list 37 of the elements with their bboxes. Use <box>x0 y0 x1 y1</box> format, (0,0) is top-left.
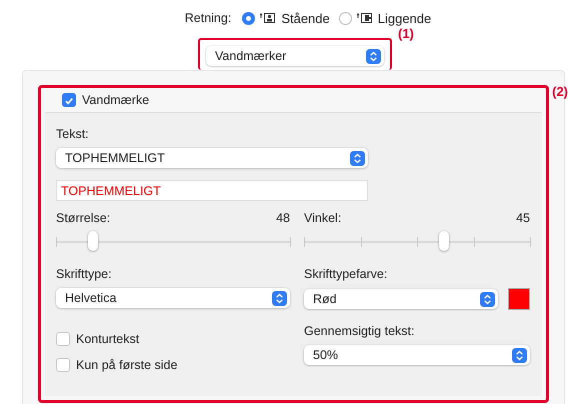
orientation-label: Retning: <box>184 11 232 25</box>
checkbox[interactable] <box>56 332 70 346</box>
field-label: Skrifttype: <box>56 267 113 281</box>
slider-thumb[interactable] <box>88 231 98 251</box>
stepper-icon <box>272 290 287 306</box>
text-input[interactable]: TOPHEMMELIGT <box>56 180 368 201</box>
checkbox[interactable] <box>62 93 76 107</box>
mode-select[interactable]: Vandmærker <box>206 46 384 66</box>
callout-label: (1) <box>398 26 414 41</box>
color-swatch[interactable] <box>508 288 530 310</box>
color-select[interactable]: Rød <box>304 289 498 309</box>
radio-button[interactable] <box>242 12 256 24</box>
radio-button[interactable] <box>338 12 352 24</box>
stepper-icon <box>512 348 527 362</box>
radio-label: Stående <box>281 10 330 26</box>
checkbox-label: Vandmærke <box>82 93 150 107</box>
field-label: Gennemsigtig tekst: <box>304 324 416 338</box>
slider-thumb[interactable] <box>439 231 450 251</box>
landscape-page-icon <box>356 12 373 24</box>
field-label: Tekst: <box>56 127 90 141</box>
stepper-icon <box>480 292 495 306</box>
callout-label: (2) <box>552 84 568 99</box>
checkbox-label: Konturtekst <box>76 332 140 346</box>
transparency-select[interactable]: 50% <box>304 345 530 365</box>
stepper-icon <box>350 150 365 166</box>
radio-label: Liggende <box>378 10 432 26</box>
slider-label: Størrelse: <box>56 211 110 225</box>
slider-value: 45 <box>516 211 530 225</box>
portrait-page-icon <box>260 12 276 24</box>
field-label: Skrifttypefarve: <box>304 267 388 281</box>
slider-value: 48 <box>276 211 290 225</box>
slider-label: Vinkel: <box>304 211 342 225</box>
font-select[interactable]: Helvetica <box>56 288 290 308</box>
stepper-icon <box>366 48 381 64</box>
checkbox[interactable] <box>56 358 70 372</box>
checkbox-label: Kun på første side <box>76 358 178 372</box>
text-select[interactable]: TOPHEMMELIGT <box>56 148 368 168</box>
